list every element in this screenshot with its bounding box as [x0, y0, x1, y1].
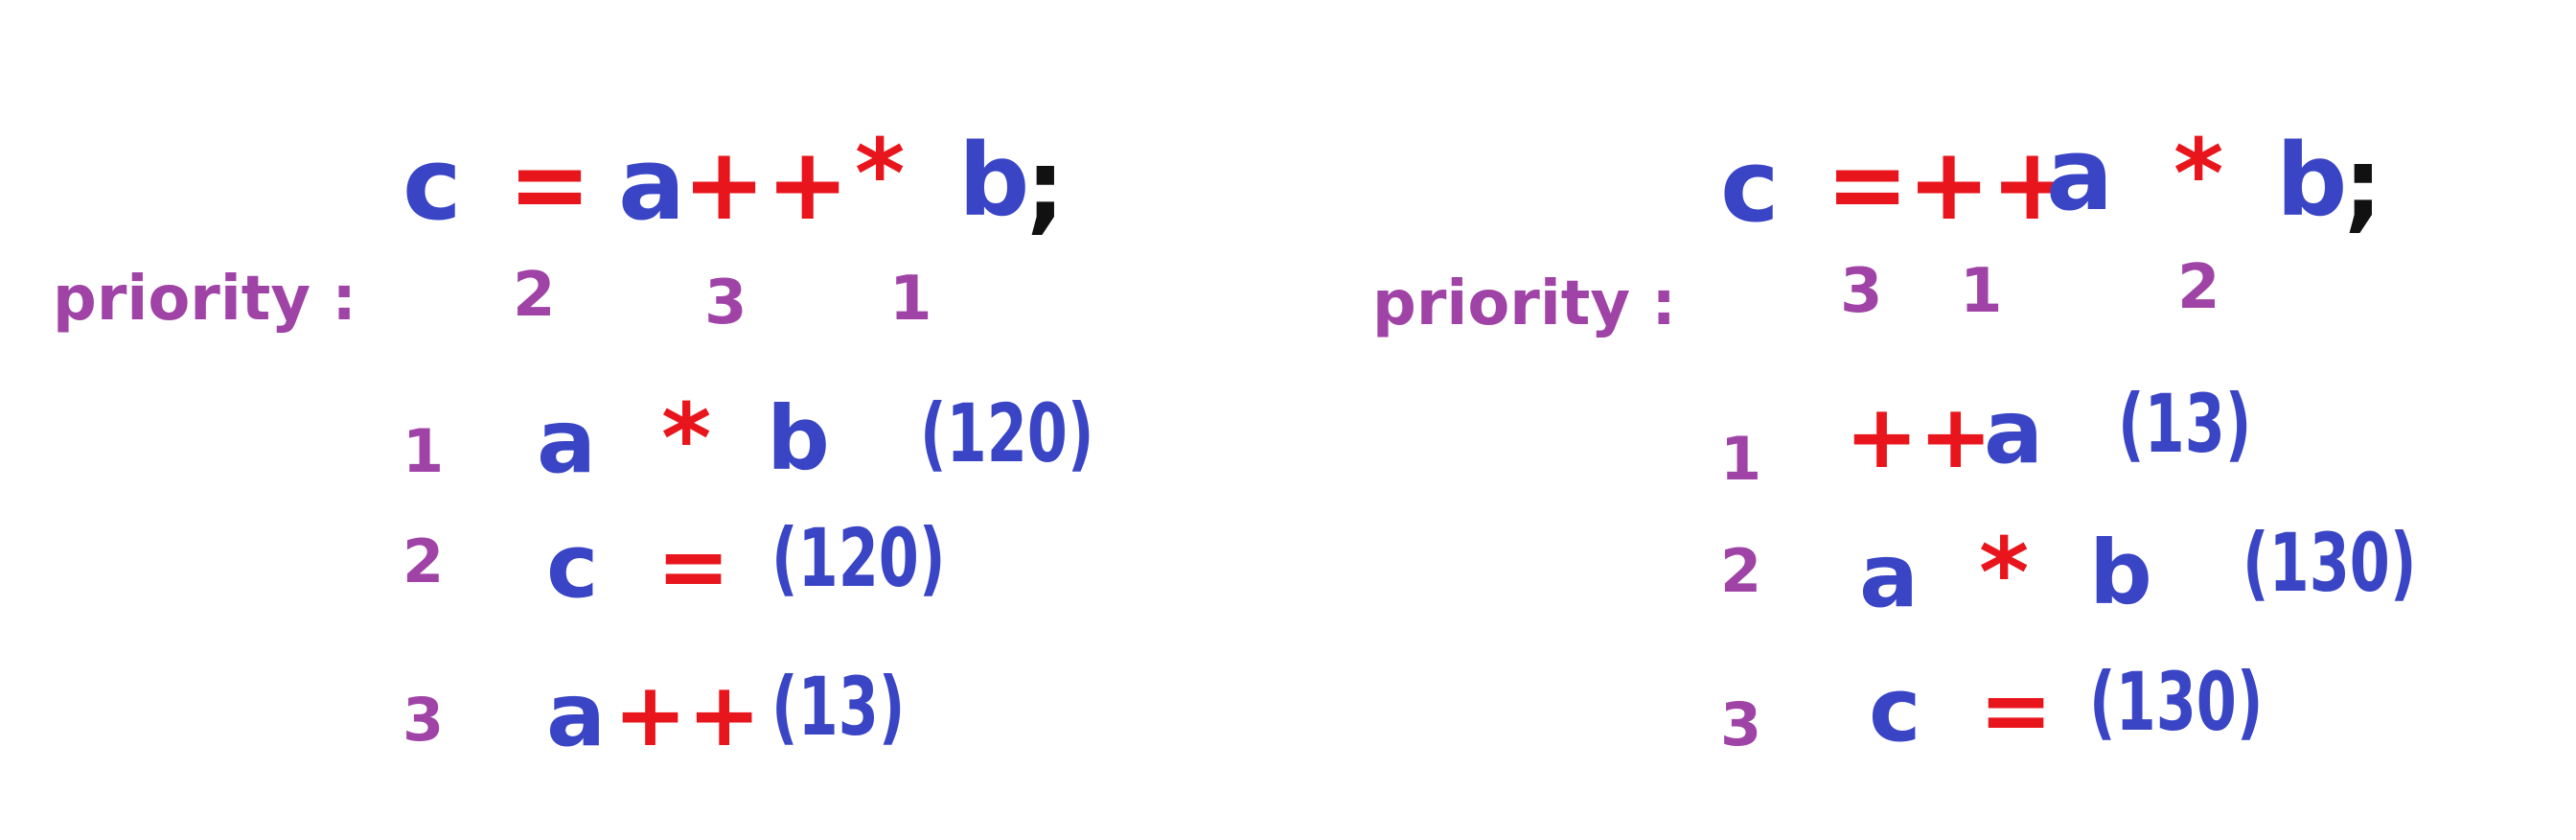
left-step-number: 2 [402, 526, 445, 596]
left-priority-increment: 3 [704, 268, 748, 338]
left-step-number: 3 [402, 685, 445, 755]
right-expr-c: c [1720, 128, 1780, 245]
right-expr-semicolon: ; [2343, 126, 2383, 243]
right-expr-multiply-op: * [2174, 118, 2224, 230]
right-priority-multiply: 2 [2177, 252, 2220, 323]
right-expr-a: a [2046, 116, 2114, 233]
right-step-multiply-op: * [1979, 517, 2030, 629]
left-priority-assign: 2 [513, 260, 556, 331]
right-step-number: 3 [1720, 689, 1762, 759]
right-step-var-c: c [1869, 659, 1921, 761]
right-step-result: (13) [2118, 377, 2252, 471]
right-step-var-b: b [2089, 522, 2152, 624]
left-step-var-a: a [546, 664, 607, 766]
left-step-multiply-op: * [661, 383, 712, 495]
right-step-increment-op: ++ [1845, 385, 1993, 488]
left-expr-multiply-op: * [855, 118, 906, 230]
left-step-result: (120) [920, 386, 1094, 480]
left-step-var-b: b [767, 387, 830, 490]
left-priority-label: priority : [53, 264, 356, 335]
right-priority-assign: 3 [1840, 256, 1883, 327]
left-step-var-c: c [546, 515, 599, 618]
right-step-var-a: a [1984, 381, 2044, 483]
left-expr-semicolon: ; [1025, 128, 1066, 245]
left-step-increment-op: ++ [613, 664, 762, 766]
right-step-number: 1 [1720, 424, 1762, 494]
right-priority-increment: 1 [1960, 256, 2003, 327]
left-expr-increment-op: ++ [682, 126, 850, 243]
left-priority-multiply: 1 [889, 264, 932, 335]
left-expr-b: b [958, 122, 1030, 239]
right-step-assign-op: = [1979, 659, 2054, 761]
left-expr-a: a [618, 126, 686, 243]
left-step-var-a: a [537, 390, 597, 493]
right-step-var-a: a [1859, 525, 1920, 627]
right-priority-label: priority : [1372, 268, 1676, 339]
left-step-number: 1 [402, 416, 445, 486]
left-step-assign-op: = [656, 515, 731, 618]
right-step-result: (130) [2242, 516, 2417, 610]
left-step-result: (120) [771, 511, 946, 605]
left-expr-assign-op: = [508, 126, 592, 243]
right-step-number: 2 [1720, 536, 1762, 606]
right-step-result: (130) [2089, 655, 2264, 749]
left-expr-c: c [402, 126, 462, 243]
right-expr-b: b [2276, 122, 2348, 239]
left-step-result: (13) [771, 660, 906, 754]
right-expr-assign-op: = [1826, 126, 1910, 243]
